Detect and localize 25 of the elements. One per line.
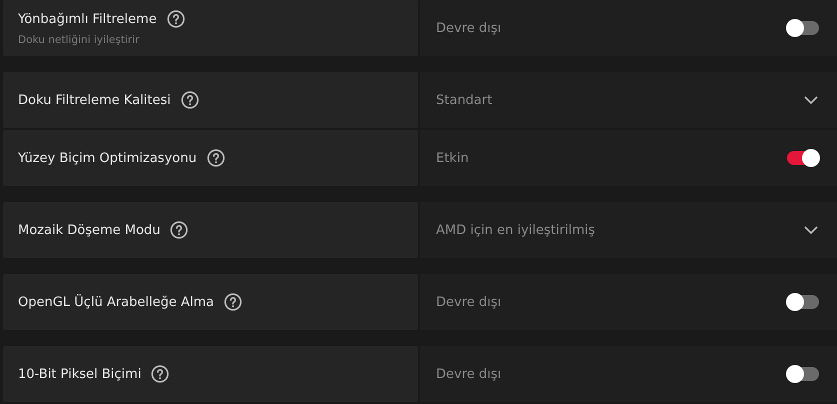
setting-label: Yönbağımlı Filtreleme (18, 12, 157, 26)
help-icon[interactable] (151, 365, 170, 383)
toggle-switch[interactable] (787, 295, 819, 309)
setting-label: 10-Bit Piksel Biçimi (18, 366, 142, 382)
setting-value: Devre dışı (436, 366, 502, 382)
setting-label: Mozaik Döşeme Modu (18, 222, 160, 238)
help-icon[interactable] (206, 149, 225, 167)
setting-label: OpenGL Üçlü Arabelleğe Alma (18, 294, 214, 310)
setting-value: Standart (436, 92, 492, 108)
toggle-switch[interactable] (787, 21, 819, 35)
toggle-switch[interactable] (787, 151, 819, 165)
help-icon[interactable] (180, 91, 199, 109)
setting-label: Doku Filtreleme Kalitesi (18, 92, 171, 108)
help-icon[interactable] (170, 221, 188, 239)
help-icon[interactable] (224, 293, 242, 311)
toggle-switch[interactable] (787, 367, 819, 381)
help-icon[interactable] (166, 10, 185, 28)
setting-label: Yüzey Biçim Optimizasyonu (18, 150, 197, 166)
setting-value: AMD için en iyileştirilmiş (436, 222, 595, 238)
setting-value: Devre dışı (436, 20, 502, 36)
chevron-down-icon[interactable] (803, 95, 819, 105)
setting-value: Etkin (436, 150, 469, 166)
setting-value: Devre dışı (436, 294, 502, 310)
chevron-down-icon[interactable] (803, 225, 819, 235)
setting-description: Doku netliğini iyileştirir (18, 34, 140, 46)
